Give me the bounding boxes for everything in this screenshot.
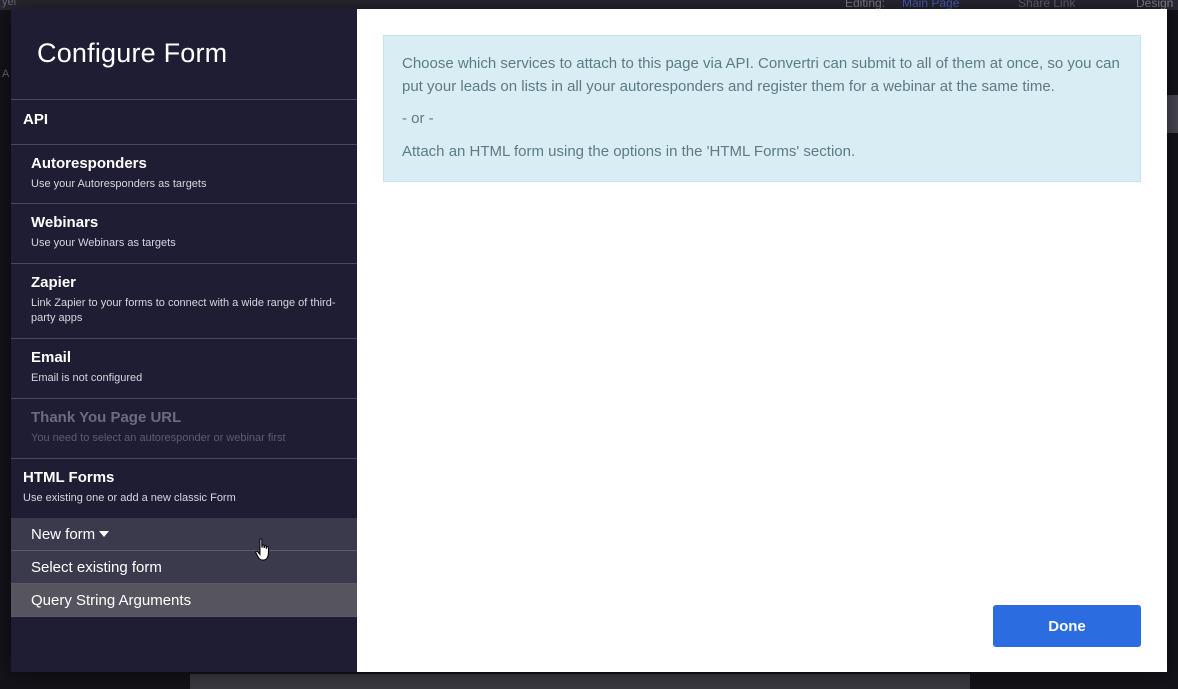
sidebar-item-desc: Use your Webinars as targets <box>31 237 176 249</box>
sidebar-item-thank-you-page-url: Thank You Page URL You need to select an… <box>11 399 357 459</box>
sidebar-item-label: Webinars <box>31 214 99 231</box>
sidebar-item-webinars[interactable]: Webinars Use your Webinars as targets <box>11 204 357 264</box>
select-existing-form-label: Select existing form <box>31 559 162 576</box>
sidebar-item-label: Thank You Page URL <box>31 409 182 426</box>
sidebar-item-desc: Use your Autoresponders as targets <box>31 178 207 190</box>
info-paragraph-api: Choose which services to attach to this … <box>402 55 1120 95</box>
sidebar-item-zapier[interactable]: Zapier Link Zapier to your forms to conn… <box>11 264 357 339</box>
query-string-arguments-item[interactable]: Query String Arguments <box>11 584 357 617</box>
select-existing-form-item[interactable]: Select existing form <box>11 551 357 584</box>
new-form-dropdown[interactable]: New form <box>11 518 357 551</box>
new-form-label: New form <box>31 526 96 543</box>
info-box: Choose which services to attach to this … <box>383 35 1141 182</box>
sidebar-item-label: Zapier <box>31 274 77 291</box>
html-forms-desc: Use existing one or add a new classic Fo… <box>23 492 236 504</box>
sidebar-item-autoresponders[interactable]: Autoresponders Use your Autoresponders a… <box>11 145 357 204</box>
background-left-text: yel <box>2 0 17 8</box>
sidebar-item-desc: Link Zapier to your forms to connect wit… <box>31 297 336 324</box>
background-left-label: A <box>2 68 10 80</box>
configure-form-modal: Configure Form API Autoresponders Use yo… <box>11 9 1167 672</box>
api-section-header: API <box>11 100 357 145</box>
info-or-separator: - or - <box>402 110 434 127</box>
info-paragraph-html-forms: Attach an HTML form using the options in… <box>402 143 856 160</box>
sidebar-item-desc: You need to select an autoresponder or w… <box>31 432 286 444</box>
query-string-arguments-label: Query String Arguments <box>31 592 192 609</box>
html-forms-label: HTML Forms <box>23 469 115 486</box>
caret-down-icon <box>99 531 110 537</box>
modal-sidebar: Configure Form API Autoresponders Use yo… <box>11 9 357 672</box>
modal-title: Configure Form <box>11 9 357 100</box>
modal-content: Choose which services to attach to this … <box>357 9 1167 672</box>
sidebar-item-desc: Email is not configured <box>31 372 143 384</box>
background-bottom-strip <box>190 674 970 689</box>
sidebar-item-label: Autoresponders <box>31 155 147 172</box>
hand-pointer-icon <box>255 538 269 561</box>
html-forms-section: HTML Forms Use existing one or add a new… <box>11 459 357 518</box>
sidebar-item-label: Email <box>31 349 72 366</box>
sidebar-item-email[interactable]: Email Email is not configured <box>11 339 357 399</box>
done-button[interactable]: Done <box>993 605 1141 647</box>
background-right-strip <box>1167 95 1178 133</box>
